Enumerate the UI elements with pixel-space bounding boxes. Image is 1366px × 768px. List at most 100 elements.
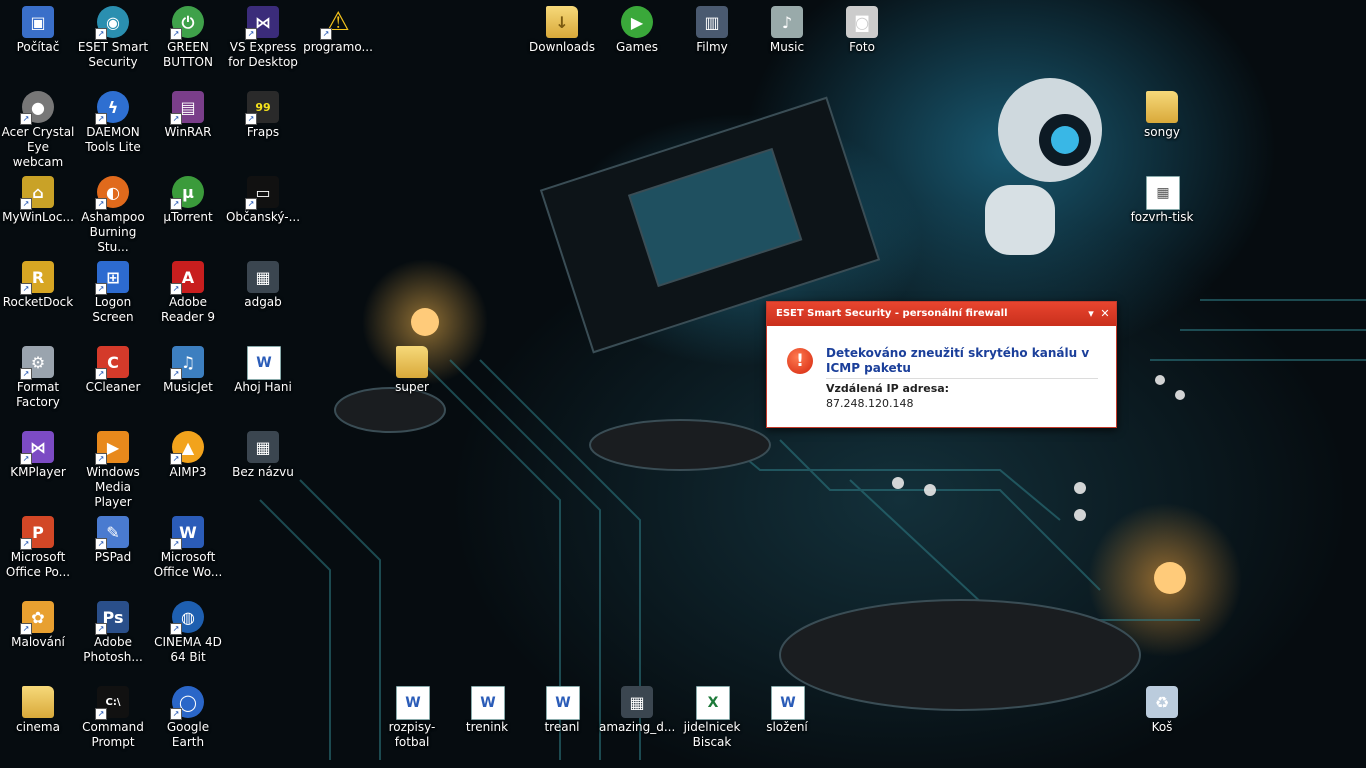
shortcut-arrow-icon: ↗: [20, 453, 32, 465]
desktop-icon-label: RocketDock: [2, 295, 74, 309]
desktop-icon-label: WinRAR: [164, 125, 212, 139]
shortcut-arrow-icon: ↗: [20, 368, 32, 380]
shortcut-arrow-icon: ↗: [95, 198, 107, 210]
fraps-icon: 99 ↗: [245, 91, 279, 125]
desktop-icon-ob-ansk[interactable]: ▭ ↗ Občanský-...: [225, 170, 301, 225]
shortcut-arrow-icon: ↗: [20, 283, 32, 295]
desktop-icon-label: Downloads: [529, 40, 595, 54]
desktop-icon-cinema-4d-64-bit[interactable]: ◍ ↗ CINEMA 4D 64 Bit: [150, 595, 226, 665]
webcam-icon: ● ↗: [20, 91, 54, 125]
desktop-icon-green-button[interactable]: ⏻ ↗ GREEN BUTTON: [150, 0, 226, 70]
desktop-icon-rocketdock[interactable]: R ↗ RocketDock: [0, 255, 76, 310]
shortcut-arrow-icon: ↗: [170, 283, 182, 295]
shortcut-arrow-icon: ↗: [95, 28, 107, 40]
desktop-icon-label: složení: [766, 720, 808, 734]
desktop-icon-logon-screen[interactable]: ⊞ ↗ Logon Screen: [75, 255, 151, 325]
desktop-icon-cinema[interactable]: cinema: [0, 680, 76, 735]
shortcut-arrow-icon: ↗: [95, 283, 107, 295]
utorrent-icon: µ ↗: [170, 176, 204, 210]
desktop-icon-malov-n[interactable]: ✿ ↗ Malování: [0, 595, 76, 650]
word-icon: W ↗: [170, 516, 204, 550]
dialog-close-icon[interactable]: ✕: [1098, 302, 1112, 326]
dialog-titlebar[interactable]: ESET Smart Security - personální firewal…: [767, 302, 1116, 326]
dialog-menu-chevron-icon[interactable]: ▾: [1084, 302, 1098, 326]
eset-firewall-alert-dialog[interactable]: ESET Smart Security - personální firewal…: [766, 301, 1117, 428]
desktop-icon-label: Acer Crystal Eye webcam: [1, 125, 75, 169]
word-doc-icon: W: [471, 686, 505, 720]
desktop-icon-fozvrh-tisk[interactable]: ▦ fozvrh-tisk: [1124, 170, 1200, 225]
desktop-icon-microsoft-office-po[interactable]: P ↗ Microsoft Office Po...: [0, 510, 76, 580]
shortcut-arrow-icon: ↗: [170, 708, 182, 720]
alert-icon: !: [787, 348, 813, 374]
desktop-icon-rozpisy-fotbal[interactable]: Wrozpisy-fotbal: [374, 680, 450, 750]
desktop-icon-jidelnicek-biscak[interactable]: Xjidelnicek Biscak: [674, 680, 750, 750]
desktop-icon-format-factory[interactable]: ⚙ ↗ Format Factory: [0, 340, 76, 410]
shortcut-arrow-icon: ↗: [245, 28, 257, 40]
desktop-icon-fraps[interactable]: 99 ↗ Fraps: [225, 85, 301, 140]
image-icon: ▦: [621, 686, 653, 718]
games-icon: ▶: [621, 6, 653, 38]
folder-icon: [1146, 91, 1178, 123]
desktop-icon-label: jidelnicek Biscak: [683, 720, 741, 749]
desktop-icon-adgab[interactable]: ▦ adgab: [225, 255, 301, 310]
desktop-icon-music[interactable]: ♪ Music: [749, 0, 825, 55]
desktop-icon-slo-en[interactable]: Wsložení: [749, 680, 825, 735]
desktop-icon-windows-media-player[interactable]: ▶ ↗ Windows Media Player: [75, 425, 151, 510]
desktop-icon-bez-n-zvu[interactable]: ▦ Bez názvu: [225, 425, 301, 480]
desktop-icon-google-earth[interactable]: ◯ ↗ Google Earth: [150, 680, 226, 750]
paint-icon: ✿ ↗: [20, 601, 54, 635]
desktop-icon-vs-express-for-desktop[interactable]: ⋈ ↗ VS Express for Desktop: [225, 0, 301, 70]
visual-studio-icon: ⋈ ↗: [245, 6, 279, 40]
desktop-icon-games[interactable]: ▶ Games: [599, 0, 675, 55]
desktop-icon-mywinloc[interactable]: ⌂ ↗ MyWinLoc...: [0, 170, 76, 225]
desktop-icon-acer-crystal-eye-webcam[interactable]: ● ↗ Acer Crystal Eye webcam: [0, 85, 76, 170]
shortcut-arrow-icon: ↗: [95, 113, 107, 125]
desktop-icon-musicjet[interactable]: ♫ ↗ MusicJet: [150, 340, 226, 395]
cinema4d-icon: ◍ ↗: [170, 601, 204, 635]
desktop-icon-programo[interactable]: ⚠ ↗ programo...: [300, 0, 376, 55]
eset-icon: ◉ ↗: [95, 6, 129, 40]
desktop-icon-ccleaner[interactable]: C ↗ CCleaner: [75, 340, 151, 395]
daemon-tools-icon: ϟ ↗: [95, 91, 129, 125]
desktop-icon-super[interactable]: super: [374, 340, 450, 395]
desktop-icon-eset-smart-security[interactable]: ◉ ↗ ESET Smart Security: [75, 0, 151, 70]
desktop-icon-aimp3[interactable]: ▲ ↗ AIMP3: [150, 425, 226, 480]
desktop-icon-command-prompt[interactable]: C:\ ↗ Command Prompt: [75, 680, 151, 750]
desktop-icon-adobe-reader-9[interactable]: A ↗ Adobe Reader 9: [150, 255, 226, 325]
desktop-icon-po-ta[interactable]: ▣ Počítač: [0, 0, 76, 55]
desktop-icon-daemon-tools-lite[interactable]: ϟ ↗ DAEMON Tools Lite: [75, 85, 151, 155]
shortcut-arrow-icon: ↗: [170, 453, 182, 465]
desktop-icon-ko[interactable]: ♻ Koš: [1124, 680, 1200, 735]
shortcut-arrow-icon: ↗: [320, 28, 332, 40]
shortcut-arrow-icon: ↗: [20, 198, 32, 210]
shortcut-arrow-icon: ↗: [20, 538, 32, 550]
spreadsheet-icon: ▦: [1146, 176, 1180, 210]
desktop-icon-treanl[interactable]: Wtreanl: [524, 680, 600, 735]
alert-heading: Detekováno zneužití skrytého kanálu v IC…: [826, 346, 1090, 375]
desktop-icon-torrent[interactable]: µ ↗ µTorrent: [150, 170, 226, 225]
desktop-icon-foto[interactable]: ◙ Foto: [824, 0, 900, 55]
desktop-icon-label: cinema: [16, 720, 60, 734]
desktop-icon-kmplayer[interactable]: ⋈ ↗ KMPlayer: [0, 425, 76, 480]
desktop-icon-pspad[interactable]: ✎ ↗ PSPad: [75, 510, 151, 565]
desktop-icon-label: Google Earth: [166, 720, 210, 749]
desktop-icon-microsoft-office-wo[interactable]: W ↗ Microsoft Office Wo...: [150, 510, 226, 580]
desktop-icon-winrar[interactable]: ▤ ↗ WinRAR: [150, 85, 226, 140]
desktop-icon-ahoj-hani[interactable]: W Ahoj Hani: [225, 340, 301, 395]
desktop-icon-label: CCleaner: [85, 380, 141, 394]
desktop-icon-label: PSPad: [94, 550, 132, 564]
folder-icon: [22, 686, 54, 718]
desktop-icon-label: Fraps: [246, 125, 280, 139]
desktop-icon-filmy[interactable]: ▥ Filmy: [674, 0, 750, 55]
desktop-icon-trenink[interactable]: Wtrenink: [449, 680, 525, 735]
desktop-icon-downloads[interactable]: ↓ Downloads: [524, 0, 600, 55]
desktop-icon-label: CINEMA 4D 64 Bit: [154, 635, 222, 664]
desktop-icon-adobe-photosh[interactable]: Ps ↗ Adobe Photosh...: [75, 595, 151, 665]
word-doc-icon: W: [546, 686, 580, 720]
shortcut-arrow-icon: ↗: [95, 368, 107, 380]
desktop-icon-label: songy: [1144, 125, 1180, 139]
desktop-icon-ashampoo-burning-stu[interactable]: ◐ ↗ Ashampoo Burning Stu...: [75, 170, 151, 255]
desktop-icon-amazing-d[interactable]: ▦ amazing_d...: [599, 680, 675, 735]
desktop-icon-songy[interactable]: songy: [1124, 85, 1200, 140]
aimp-icon: ▲ ↗: [170, 431, 204, 465]
